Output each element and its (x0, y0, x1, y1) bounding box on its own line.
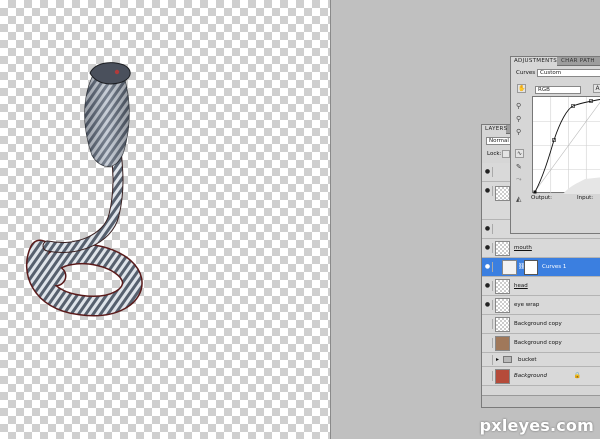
layer-name[interactable]: Curves 1 (542, 258, 566, 277)
workspace: ADJUSTMENTS CHAR PATH Curves Custom ✋ RG… (0, 0, 600, 439)
preset-dropdown[interactable]: Custom (537, 69, 600, 77)
eye-icon[interactable]: ● (483, 186, 493, 196)
lock-label: Lock: (487, 151, 502, 157)
folder-icon (503, 356, 512, 363)
hand-tool-button[interactable]: ✋ (517, 84, 526, 93)
eyedropper-white-icon[interactable]: ⚲ (516, 128, 521, 137)
layer-name[interactable]: bucket (518, 353, 537, 367)
layer-name[interactable]: head (514, 277, 528, 296)
layer-name[interactable]: Background copy (514, 315, 562, 334)
smooth-icon[interactable]: ⤳ (516, 175, 522, 184)
layer-name[interactable]: Background copy (514, 334, 562, 353)
layer-row[interactable]: ● eye wrap (482, 296, 600, 315)
snake-artwork (25, 62, 143, 317)
eye-icon[interactable]: ● (483, 300, 493, 310)
eye-icon[interactable]: ● (483, 243, 493, 253)
layer-thumbnail (495, 317, 510, 332)
layer-row-selected[interactable]: ● ⛓ Curves 1 (482, 258, 600, 277)
layer-name[interactable]: Background (514, 367, 547, 386)
watermark: pxleyes.com (479, 416, 594, 435)
layer-name[interactable]: eye wrap (514, 296, 539, 315)
tab-adjustments[interactable]: ADJUSTMENTS (511, 57, 557, 66)
eye-icon[interactable]: ● (483, 167, 493, 177)
blend-mode-dropdown[interactable]: Normal (486, 137, 512, 145)
layer-row[interactable]: ● Background 🔒 (482, 367, 600, 386)
eyedropper-gray-icon[interactable]: ⚲ (516, 115, 521, 124)
channel-row: ✋ RGB A (513, 84, 600, 95)
auto-button[interactable]: A (593, 84, 600, 93)
layer-name[interactable]: mouth (514, 239, 532, 258)
layer-group-row[interactable]: ● ▸ bucket (482, 353, 600, 367)
adjustment-thumbnail (502, 260, 517, 275)
layer-row[interactable]: ● mouth (482, 239, 600, 258)
eye-icon[interactable]: ● (483, 338, 493, 348)
layer-thumbnail (495, 241, 510, 256)
expand-arrow-icon[interactable]: ▸ (496, 356, 499, 363)
eyedropper-black-icon[interactable]: ⚲ (516, 102, 521, 111)
curve-icon: ∿ (516, 150, 523, 157)
layer-row[interactable]: ● Background copy (482, 334, 600, 353)
eye-icon[interactable]: ● (483, 355, 493, 365)
layer-thumbnail (495, 279, 510, 294)
lock-icon: 🔒 (573, 372, 581, 379)
eye-icon[interactable]: ● (483, 262, 493, 272)
layer-thumbnail (495, 336, 510, 351)
lock-transparency-button[interactable] (502, 150, 510, 158)
layers-footer (482, 395, 600, 407)
tab-char-path[interactable]: CHAR PATH (558, 57, 598, 66)
channel-dropdown[interactable]: RGB (535, 86, 581, 94)
layer-thumbnail (495, 298, 510, 313)
output-label: Output: (531, 195, 552, 201)
curves-graph[interactable] (532, 96, 600, 194)
hand-icon: ✋ (518, 85, 526, 92)
adjustments-tabbar: ADJUSTMENTS CHAR PATH (511, 57, 600, 66)
pencil-icon[interactable]: ✎ (516, 163, 522, 172)
curve-edit-button[interactable]: ∿ (515, 149, 524, 158)
clip-icon[interactable]: ◭ (516, 195, 521, 204)
document-canvas[interactable] (0, 0, 331, 439)
eye-icon[interactable]: ● (483, 371, 493, 381)
adjustments-panel: ADJUSTMENTS CHAR PATH Curves Custom ✋ RG… (510, 56, 600, 234)
layer-mask-thumbnail[interactable] (524, 260, 538, 275)
layer-thumbnail (495, 186, 510, 201)
curves-plot (533, 97, 600, 194)
preset-label: Curves (516, 70, 536, 76)
layer-row[interactable]: ● Background copy (482, 315, 600, 334)
preset-row: Curves Custom (513, 68, 600, 78)
eye-icon[interactable]: ● (483, 319, 493, 329)
eye-icon[interactable]: ● (483, 224, 493, 234)
eye-icon[interactable]: ● (483, 281, 493, 291)
layer-row[interactable]: ● head (482, 277, 600, 296)
input-label: Input: (577, 195, 594, 201)
layer-thumbnail (495, 369, 510, 384)
tab-layers[interactable]: LAYERS (482, 125, 507, 134)
